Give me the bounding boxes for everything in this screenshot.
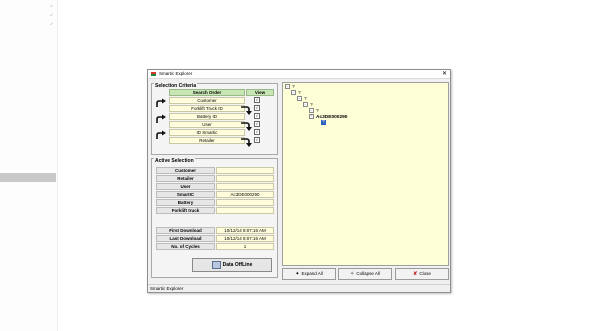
arrow-down-icon[interactable] [240, 137, 252, 147]
field-label-smartic: SmartIC [156, 191, 215, 198]
status-bar: Smartic Explorer [148, 284, 450, 292]
tree-toggle[interactable]: − [291, 90, 296, 95]
status-text: Smartic Explorer [150, 286, 184, 291]
field-label-user: User [156, 183, 215, 190]
field-value-forklift-truck [216, 207, 274, 214]
criteria-retailer[interactable]: Retailer [169, 137, 245, 144]
field-label-customer: Customer [156, 167, 215, 174]
expand-all-button[interactable]: ✦ Expand All [282, 268, 336, 280]
criteria-user[interactable]: User [169, 121, 245, 128]
tick-mark: ⸍ [50, 14, 54, 20]
background-side-panel [0, 0, 58, 331]
background-marks: ⸍ ⸍ ⸍ [50, 4, 58, 31]
collapse-all-label: Collapse All [356, 271, 380, 276]
tree-toggle[interactable]: − [303, 102, 308, 107]
field-value-battery [216, 199, 274, 206]
field-value-smartic: Ac3DE000290 [216, 191, 274, 198]
stat-label-first-download: First Download [156, 227, 215, 234]
tick-mark: ⸍ [50, 23, 54, 29]
criteria-battery-id[interactable]: Battery ID [169, 113, 245, 120]
background-gray-bar [0, 173, 56, 182]
field-value-retailer [216, 175, 274, 182]
stat-label-cycles: No. of Cycles [156, 243, 215, 250]
criteria-customer[interactable]: Customer [169, 97, 245, 104]
tree-toggle[interactable]: − [285, 84, 290, 89]
field-value-user [216, 183, 274, 190]
arrow-up-icon[interactable] [155, 114, 167, 124]
close-button[interactable]: ✘ Close [395, 268, 449, 280]
view-checkbox-battery[interactable]: ✓ [254, 113, 260, 119]
field-label-battery: Battery [156, 199, 215, 206]
view-checkbox-forklift[interactable]: ✓ [254, 105, 260, 111]
view-checkbox-id-smartic[interactable]: ✓ [254, 129, 260, 135]
close-label: Close [419, 271, 431, 276]
stat-label-last-download: Last Download [156, 235, 215, 242]
tree-toggle[interactable]: − [309, 108, 314, 113]
expand-all-label: Expand All [301, 271, 323, 276]
arrow-down-icon[interactable] [240, 121, 252, 131]
tree-node-label: ? [321, 120, 326, 125]
criteria-forklift-truck-id[interactable]: Forklift Truck ID [169, 105, 245, 112]
window-close-button[interactable]: ✕ [442, 70, 447, 78]
window-title: Smartic Explorer [159, 71, 193, 76]
selection-criteria-panel: Selection Criteria Search Order View Cus… [151, 83, 278, 155]
collapse-all-icon: ✧ [350, 271, 355, 277]
view-header: View [246, 89, 274, 96]
stat-value-first-download: 10/12/14 8:07:16 AM [216, 227, 274, 234]
arrow-up-icon[interactable] [155, 98, 167, 108]
view-checkbox-user[interactable]: ✓ [254, 121, 260, 127]
stat-value-last-download: 10/12/14 8:07:16 AM [216, 235, 274, 242]
tree-toggle[interactable]: − [309, 114, 314, 119]
data-offline-label: Data OffLine [222, 262, 253, 268]
tree-node[interactable]: − Ac3DE000290 [309, 114, 347, 121]
view-checkbox-customer[interactable]: ✓ [254, 97, 260, 103]
field-value-customer [216, 167, 274, 174]
title-bar: Smartic Explorer ✕ [148, 70, 450, 79]
tree-toggle[interactable]: − [297, 96, 302, 101]
arrow-down-icon[interactable] [240, 105, 252, 115]
field-label-retailer: Retailer [156, 175, 215, 182]
field-label-forklift-truck: Forklift truck [156, 207, 215, 214]
collapse-all-button[interactable]: ✧ Collapse All [338, 268, 392, 280]
view-checkbox-retailer[interactable]: ✓ [254, 137, 260, 143]
criteria-id-smartic[interactable]: ID Smartic [169, 129, 245, 136]
stat-value-cycles: 1 [216, 243, 274, 250]
arrow-up-icon[interactable] [155, 130, 167, 140]
data-offline-icon [211, 260, 221, 269]
tick-mark: ⸍ [50, 5, 54, 11]
app-icon [151, 72, 156, 76]
close-icon: ✘ [413, 271, 418, 277]
data-offline-button[interactable]: Data OffLine [192, 258, 272, 272]
expand-all-icon: ✦ [295, 271, 300, 277]
smartic-explorer-window: Smartic Explorer ✕ Selection Criteria Se… [147, 69, 451, 293]
tree-node-selected[interactable]: ? [321, 120, 326, 126]
explorer-tree[interactable]: −? −? −? −? −? − Ac3DE000290 ? [282, 82, 449, 266]
active-selection-title: Active Selection [154, 158, 195, 164]
search-order-header: Search Order [169, 89, 245, 96]
